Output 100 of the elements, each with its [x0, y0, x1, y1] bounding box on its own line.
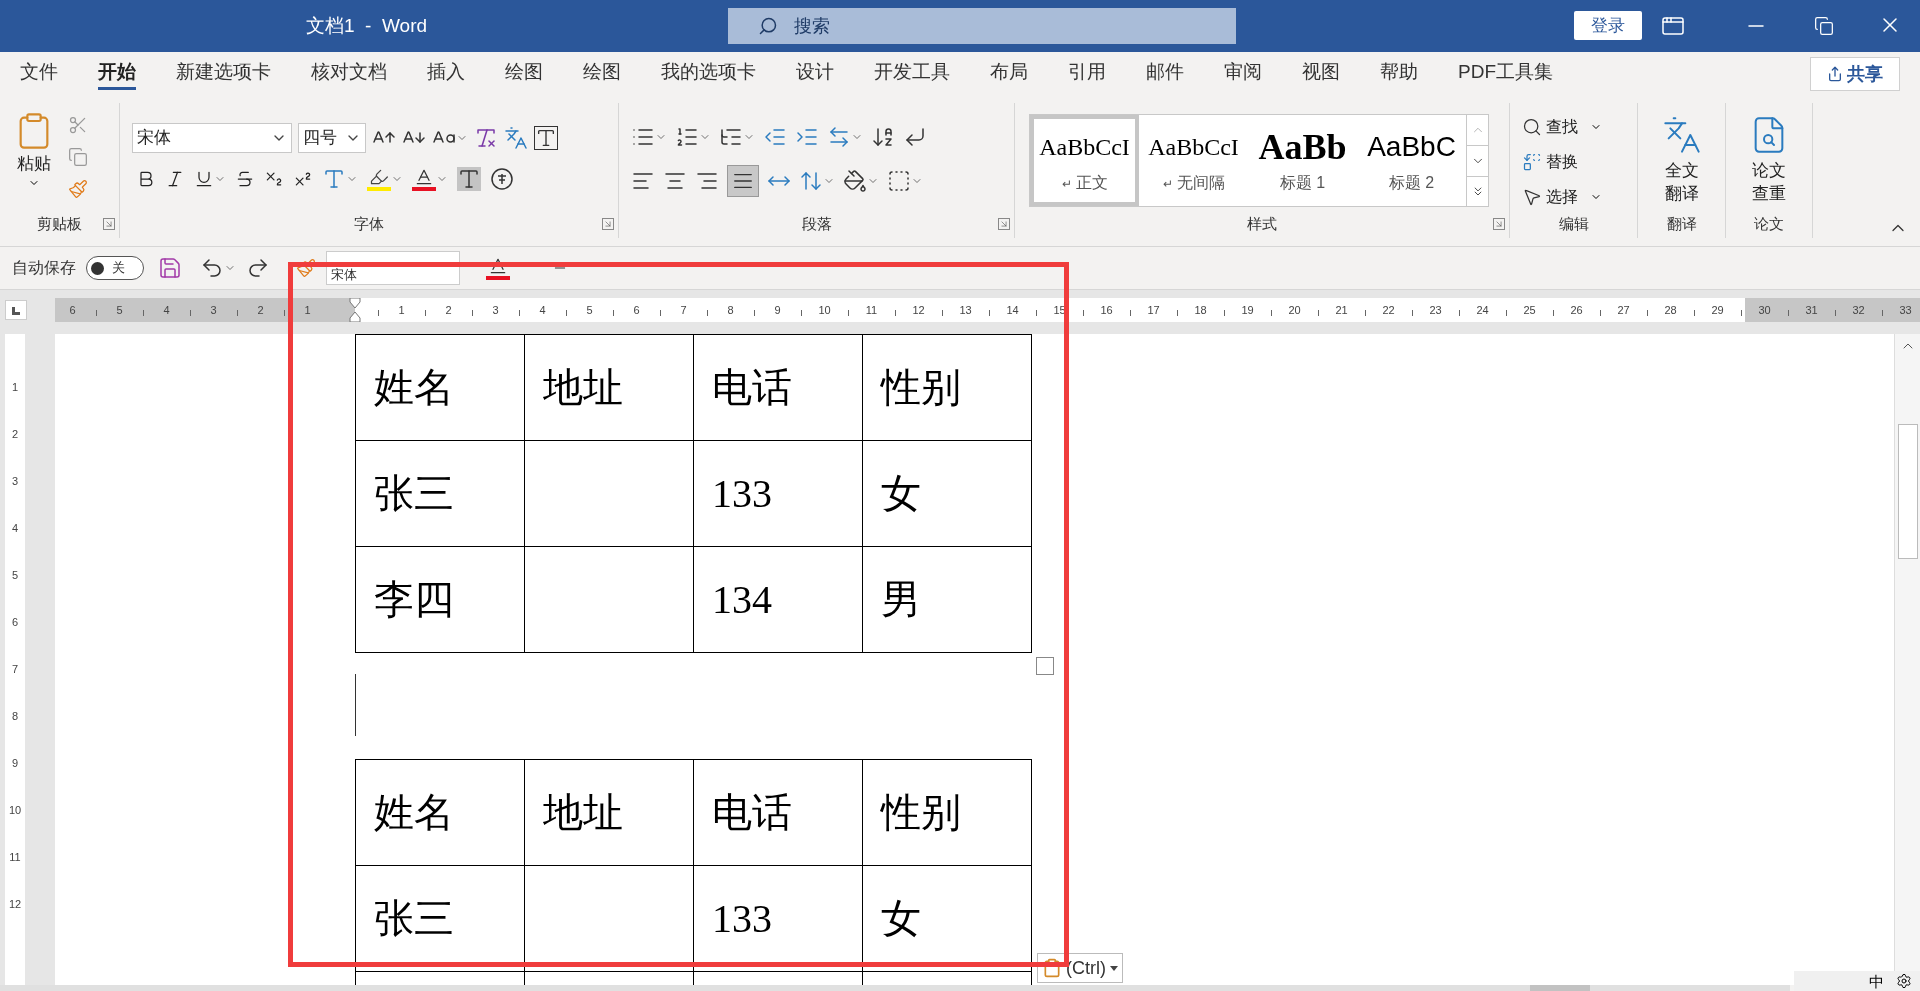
character-shading-icon[interactable] [457, 167, 481, 191]
vertical-scrollbar[interactable] [1894, 334, 1920, 971]
copy-icon[interactable] [68, 147, 88, 167]
table-cell: 电话 [693, 759, 863, 866]
table-cell: 李四 [355, 546, 525, 653]
ribbon-tab[interactable]: 帮助 [1380, 57, 1418, 90]
undo-icon[interactable] [200, 256, 224, 280]
ruler-number: 5 [116, 302, 123, 318]
ribbon-large-button[interactable]: 全文 翻译 [1661, 115, 1702, 210]
character-border-icon[interactable] [534, 126, 558, 150]
ruler-number: 31 [1805, 302, 1818, 318]
font-color-icon[interactable] [412, 167, 436, 191]
dialog-launcher-icon[interactable] [103, 218, 115, 230]
ribbon-tab[interactable]: 设计 [796, 57, 834, 90]
ruler-number: 11 [9, 850, 21, 866]
ribbon-large-button[interactable]: 论文 查重 [1749, 115, 1789, 210]
settings-icon[interactable] [1896, 973, 1912, 989]
ribbon-tab[interactable]: 引用 [1068, 57, 1106, 90]
style-item[interactable]: AaBbCcI ↵ 正文 [1030, 115, 1139, 206]
editing-button[interactable]: 选择 [1522, 183, 1602, 210]
ribbon-tab[interactable]: 绘图 [505, 57, 543, 90]
ruler-number: 20 [1288, 302, 1301, 318]
dialog-launcher-icon[interactable] [1493, 218, 1505, 230]
ribbon-tab[interactable]: 邮件 [1146, 57, 1184, 90]
ruler-number: 3 [492, 302, 499, 318]
numbering-icon[interactable] [675, 125, 699, 149]
table-resize-handle[interactable] [1036, 657, 1054, 675]
indent-marker-icon[interactable] [348, 298, 361, 322]
underline-icon[interactable] [194, 169, 214, 189]
format-painter-icon[interactable] [68, 179, 88, 199]
paste-options-button[interactable]: (Ctrl) [1037, 953, 1123, 983]
show-marks-icon[interactable] [903, 125, 927, 149]
strikethrough-icon[interactable] [235, 169, 255, 189]
paste-button[interactable]: 粘贴 [8, 111, 60, 210]
table-cell: 133 [693, 440, 863, 547]
redo-icon[interactable] [246, 256, 270, 280]
ruler-number: 4 [163, 302, 170, 318]
ruler-number: 1 [11, 380, 19, 396]
borders-icon[interactable] [887, 169, 911, 193]
ruler-number: 33 [1899, 302, 1912, 318]
scrollbar-thumb[interactable] [1897, 424, 1918, 559]
ribbon-tab[interactable]: PDF工具集 [1458, 57, 1553, 90]
ruler-number: 11 [865, 302, 878, 318]
font-color-icon[interactable] [486, 256, 510, 280]
ribbon-display-icon[interactable] [1661, 14, 1685, 38]
dialog-launcher-icon[interactable] [998, 218, 1010, 230]
justify-icon[interactable] [727, 165, 759, 197]
ruler-number: 18 [1194, 302, 1207, 318]
ribbon-tab[interactable]: 开始 [98, 57, 136, 90]
font-size-field[interactable]: 四号 [298, 123, 366, 153]
ruler-number: 7 [11, 662, 19, 678]
shading-icon[interactable] [843, 169, 867, 193]
horizontal-scrollbar[interactable] [0, 985, 1790, 991]
font-name-field[interactable]: 宋体 [132, 123, 292, 153]
ruler-number: 5 [11, 568, 19, 584]
format-painter-icon[interactable] [296, 258, 316, 278]
table-cell: 男 [862, 546, 1032, 653]
ribbon-tab[interactable]: 插入 [427, 57, 465, 90]
editing-button[interactable]: 查找 [1522, 113, 1602, 140]
save-icon[interactable] [158, 256, 182, 280]
sort-icon[interactable] [871, 125, 895, 149]
text-cursor [355, 674, 356, 736]
ribbon-tab[interactable]: 开发工具 [874, 57, 950, 90]
search-field[interactable]: 搜索 [728, 8, 1236, 44]
ruler-number: 19 [1241, 302, 1254, 318]
highlighter-icon[interactable] [367, 167, 391, 191]
restore-icon[interactable] [1814, 16, 1834, 36]
tab-selector-icon[interactable] [5, 300, 27, 320]
group-label: 论文 [1754, 213, 1784, 234]
ribbon-tab[interactable]: 绘图 [583, 57, 621, 90]
clear-formatting-icon[interactable] [474, 126, 498, 150]
ribbon-tab[interactable]: 核对文档 [311, 57, 387, 90]
ruler-number: 26 [1570, 302, 1583, 318]
search-icon [1522, 116, 1542, 137]
ruler-number: 8 [727, 302, 734, 318]
table-cell: 女 [862, 865, 1032, 972]
share-button[interactable]: 共享 [1810, 57, 1900, 91]
enclose-characters-icon[interactable] [490, 167, 514, 191]
ruler-number: 17 [1147, 302, 1160, 318]
line-spacing-icon[interactable] [799, 169, 823, 193]
text-effects-icon[interactable] [322, 167, 346, 191]
ribbon-tab[interactable]: 审阅 [1224, 57, 1262, 90]
chinese-layout-icon[interactable] [827, 125, 851, 149]
ruler-number: 13 [959, 302, 972, 318]
ribbon-tab[interactable]: 文件 [20, 57, 58, 90]
ruler-number: 9 [11, 756, 19, 772]
sign-in-button[interactable]: 登录 [1574, 11, 1642, 40]
phonetic-guide-icon[interactable] [504, 126, 528, 150]
dialog-launcher-icon[interactable] [602, 218, 614, 230]
ruler-number: 1 [304, 302, 311, 318]
ruler-number: 2 [257, 302, 264, 318]
cut-icon[interactable] [68, 115, 88, 135]
ruler-number: 5 [586, 302, 593, 318]
ribbon-tab[interactable]: 我的选项卡 [661, 57, 756, 90]
ribbon-tab[interactable]: 布局 [990, 57, 1028, 90]
input-mode[interactable]: 中 [1869, 973, 1884, 989]
editing-button[interactable]: 替换 [1522, 148, 1602, 175]
ribbon-tab[interactable]: 新建选项卡 [176, 57, 271, 90]
autosave-toggle[interactable]: 关 [86, 256, 144, 280]
ribbon-tab[interactable]: 视图 [1302, 57, 1340, 90]
